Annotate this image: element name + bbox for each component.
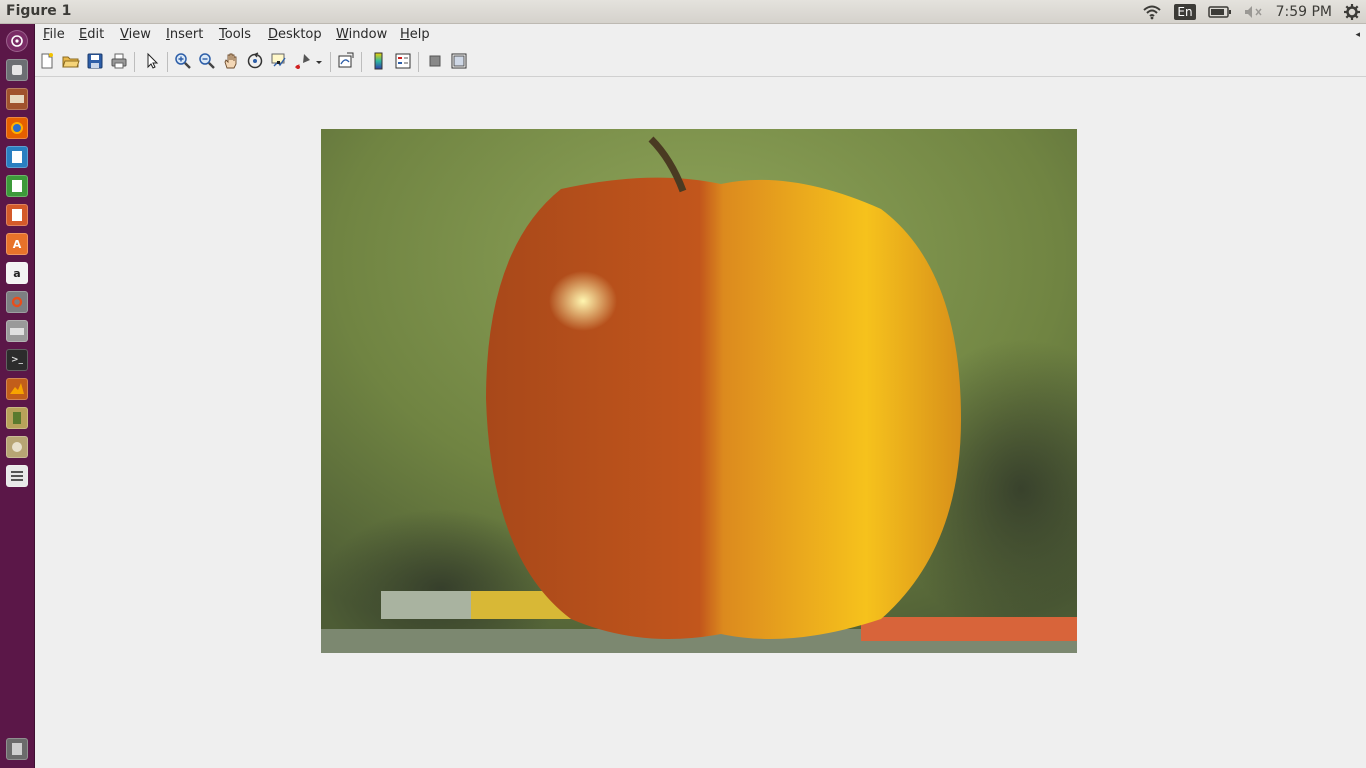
writer-icon[interactable] xyxy=(6,146,28,168)
brush-dropdown-chevron-down-icon[interactable] xyxy=(315,52,323,70)
new-figure-icon[interactable] xyxy=(38,52,56,70)
text-editor-icon[interactable] xyxy=(6,465,28,487)
unity-launcher: A a >_ xyxy=(0,24,35,768)
calc-icon[interactable] xyxy=(6,175,28,197)
menu-tools[interactable]: Tools xyxy=(219,27,251,42)
print-icon[interactable] xyxy=(110,52,128,70)
language-badge: En xyxy=(1174,4,1196,20)
menu-insert[interactable]: Insert xyxy=(166,27,203,42)
keyboard-language-indicator[interactable]: En xyxy=(1174,4,1196,20)
open-file-icon[interactable] xyxy=(62,52,80,70)
edit-plot-arrow-icon[interactable] xyxy=(143,52,161,70)
window-title: Figure 1 xyxy=(6,3,72,19)
clock[interactable]: 7:59 PM xyxy=(1276,4,1332,20)
figure-menubar: File Edit View Insert Tools Desktop Wind… xyxy=(35,24,1366,47)
menubar-overflow-arrow-icon[interactable]: ◂ xyxy=(1355,30,1360,40)
battery-icon[interactable] xyxy=(1207,6,1232,18)
save-icon[interactable] xyxy=(86,52,104,70)
brush-icon[interactable] xyxy=(294,52,312,70)
menu-window[interactable]: Window xyxy=(336,27,387,42)
data-cursor-icon[interactable] xyxy=(270,52,288,70)
image-canvas xyxy=(321,129,1077,653)
volume-muted-icon[interactable] xyxy=(1244,5,1264,19)
pan-hand-icon[interactable] xyxy=(222,52,240,70)
system-settings-icon[interactable] xyxy=(6,291,28,313)
figure-image-apple-orange xyxy=(321,129,1077,653)
toolbar-separator xyxy=(361,52,362,72)
software-center-icon[interactable]: A xyxy=(6,233,28,255)
link-plot-icon[interactable] xyxy=(337,52,355,70)
zoom-in-icon[interactable] xyxy=(174,52,192,70)
menu-view[interactable]: View xyxy=(120,27,151,42)
insert-colorbar-icon[interactable] xyxy=(370,52,388,70)
matlab-icon[interactable] xyxy=(6,378,28,400)
printer-icon[interactable] xyxy=(6,320,28,342)
file-manager-icon[interactable] xyxy=(6,88,28,110)
toolbar-separator xyxy=(167,52,168,72)
menu-file[interactable]: File xyxy=(43,27,65,42)
files-icon[interactable] xyxy=(6,59,28,81)
terminal-icon[interactable]: >_ xyxy=(6,349,28,371)
insert-legend-icon[interactable] xyxy=(394,52,412,70)
disk-icon[interactable] xyxy=(6,436,28,458)
menu-help[interactable]: Help xyxy=(400,27,430,42)
wifi-icon[interactable] xyxy=(1142,4,1162,20)
zoom-out-icon[interactable] xyxy=(198,52,216,70)
impress-icon[interactable] xyxy=(6,204,28,226)
figure-toolbar xyxy=(35,47,1366,77)
toolbar-separator xyxy=(134,52,135,72)
dash-home-icon[interactable] xyxy=(6,30,28,52)
hide-plot-tools-icon[interactable] xyxy=(426,52,444,70)
settings-gear-icon[interactable] xyxy=(1344,4,1360,20)
firefox-icon[interactable] xyxy=(6,117,28,139)
top-panel: Figure 1 En 7:59 PM xyxy=(0,0,1366,24)
menu-edit[interactable]: Edit xyxy=(79,27,104,42)
menu-desktop[interactable]: Desktop xyxy=(268,27,322,42)
trash-icon[interactable] xyxy=(6,738,28,760)
show-plot-tools-icon[interactable] xyxy=(450,52,468,70)
rotate-3d-icon[interactable] xyxy=(246,52,264,70)
toolbar-separator xyxy=(418,52,419,72)
amazon-icon[interactable]: a xyxy=(6,262,28,284)
indicator-area: En 7:59 PM xyxy=(1142,0,1366,24)
toolbar-separator xyxy=(330,52,331,72)
usb-drive-icon[interactable] xyxy=(6,407,28,429)
